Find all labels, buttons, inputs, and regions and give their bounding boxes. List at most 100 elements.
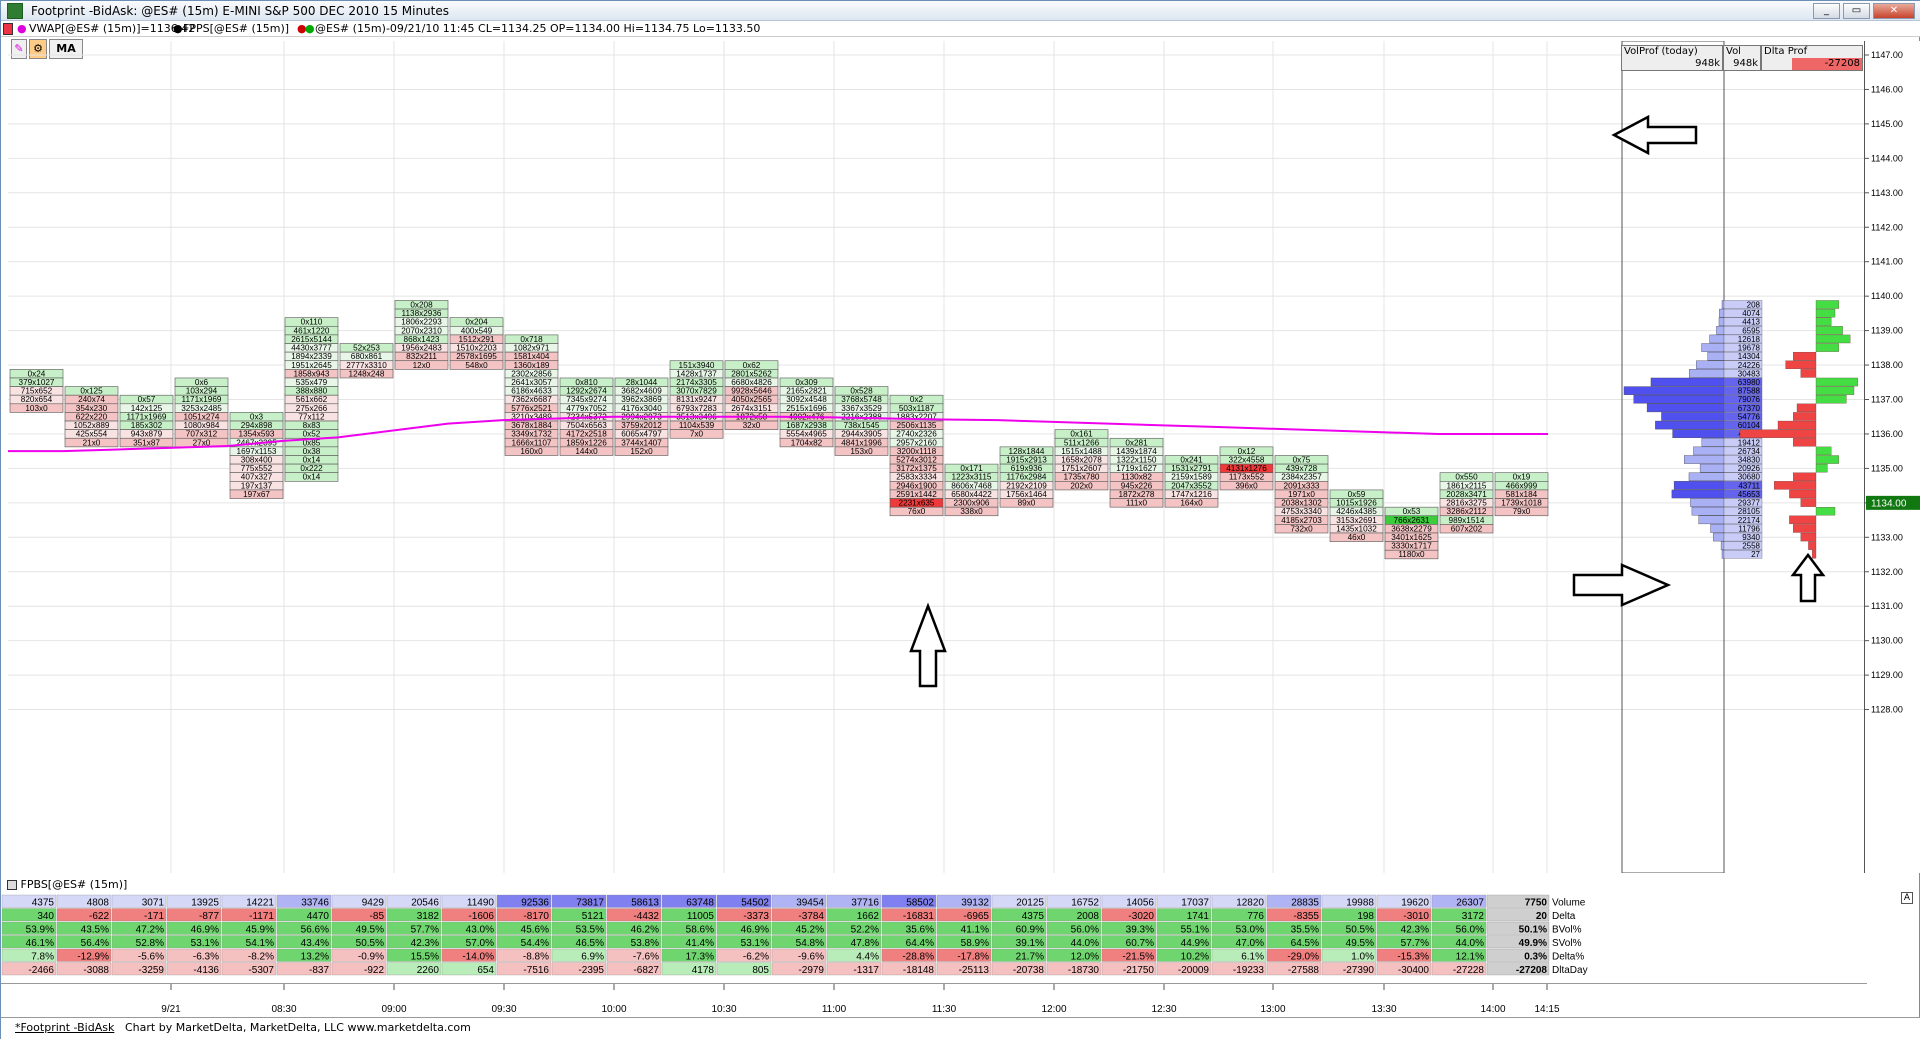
bar-dot-icon-green: ●: [305, 22, 315, 35]
stats-row-label: Delta: [1552, 911, 1576, 922]
close-study-icon[interactable]: [3, 23, 13, 35]
footprint-cell-text: 89x0: [1018, 499, 1036, 508]
footprint-bar: 0x6103x2941171x19693253x24851051x2741080…: [174, 377, 229, 447]
stats-cell-text: -2466: [28, 965, 54, 976]
stats-cell-text: 4178: [692, 965, 715, 976]
stats-cell-text: 4.4%: [856, 952, 879, 963]
price-label: 1133.00: [1871, 532, 1903, 542]
price-label: 1135.00: [1871, 463, 1903, 473]
stats-cell-text: -7.6%: [633, 952, 659, 963]
stats-cell-text: 4375: [32, 898, 55, 909]
stats-cell-text: 28835: [1291, 898, 1319, 909]
stats-cell-text: 35.6%: [906, 925, 934, 936]
time-label: 11:00: [822, 1004, 847, 1015]
vol-total: 948k: [1733, 58, 1758, 69]
delta-profile-bar: [1793, 438, 1817, 447]
stats-cell-text: -171: [144, 911, 164, 922]
delta-profile-bar: [1815, 308, 1836, 318]
stats-cell-text: -4136: [193, 965, 219, 976]
stats-cell-text: -8.2%: [248, 952, 274, 963]
price-plot[interactable]: 0x24379x1027715x652820x654103x00x125240x…: [8, 41, 1864, 873]
stats-cell-text: 46.9%: [191, 925, 219, 936]
price-label: 1147.00: [1871, 50, 1903, 60]
stats-cell-text: 47.8%: [851, 938, 879, 949]
footprint-bar: 0x2081138x29361806x22932070x2310868x1423…: [394, 300, 449, 370]
stats-cell-text: 46.2%: [631, 925, 659, 936]
footprint-cell-text: 607x202: [1451, 524, 1483, 533]
profile-bar: [1709, 334, 1725, 344]
delta-prof-header: Dlta Prof -27208: [1761, 45, 1863, 71]
stats-cell-text: -19233: [1233, 965, 1265, 976]
stats-cell-text: 15.5%: [411, 952, 439, 963]
footprint-bar: 151x39401428x17372174x33053070x78298131x…: [669, 360, 724, 439]
delta-profile-bar: [1815, 326, 1843, 335]
footprint-bar: 0x24379x1027715x652820x654103x0: [9, 369, 64, 413]
title-bar[interactable]: Footprint -BidAsk: @ES# (15m) E-MINI S&P…: [1, 1, 1920, 21]
delta-profile-bar: [1796, 403, 1817, 413]
stats-cell-text: 6.1%: [1241, 952, 1264, 963]
stats-cell-text: 33746: [301, 898, 329, 909]
close-button[interactable]: ✕: [1873, 3, 1915, 19]
stats-cell-text: 58.6%: [686, 925, 714, 936]
stats-total-text: 0.3%: [1524, 952, 1547, 963]
stats-cell-text: 14056: [1126, 898, 1154, 909]
close-pane-icon[interactable]: [7, 880, 17, 890]
profile-bar: [1688, 472, 1725, 482]
chart-tab[interactable]: *Footprint -BidAsk: [15, 1021, 114, 1034]
stats-cell-text: 13925: [191, 898, 219, 909]
stats-cell-text: 49.5%: [356, 925, 384, 936]
footprint-bar: 0x19466x999581x1841739x101879x0: [1494, 472, 1549, 516]
footprint-cell-text: 111x0: [1126, 499, 1148, 508]
stats-cell-text: -29.0%: [1287, 952, 1319, 963]
footprint-bar: 0x1711223x31158606x74686580x44222300x906…: [944, 463, 999, 516]
footprint-cell-text: 160x0: [520, 447, 543, 456]
vwap-dot-icon: ●: [17, 22, 27, 35]
stats-cell-text: -1317: [853, 965, 879, 976]
stats-cell-text: -6.2%: [743, 952, 769, 963]
volume-profile: 2084074441365951261819678143042422630483…: [1621, 41, 1763, 873]
footprint-bar: 0x125240x74354x230622x2201052x889425x554…: [64, 386, 119, 447]
stats-cell-text: -9.6%: [798, 952, 824, 963]
stats-cell-text: -85: [370, 911, 385, 922]
lower-pane-a-button[interactable]: A: [1901, 892, 1913, 904]
stats-cell-text: 11005: [687, 911, 715, 922]
footprint-bar: 52x253680x8612777x33101248x248: [339, 343, 394, 378]
profile-bar: [1672, 429, 1725, 438]
footprint-cell-text: 164x0: [1180, 499, 1203, 508]
profile-bar: [1720, 541, 1725, 550]
profile-bar: [1721, 300, 1725, 309]
stats-cell-text: 1.0%: [1351, 952, 1374, 963]
time-label: 08:30: [271, 1004, 296, 1015]
stats-cell-text: -877: [199, 911, 219, 922]
stats-cell-text: 45.9%: [246, 925, 274, 936]
study-info-bar: ● VWAP[@ES# (15m)]=1136.42 ● FPPS[@ES# (…: [1, 21, 1920, 37]
stats-cell-text: 46.1%: [26, 938, 54, 949]
stats-cell-text: 57.0%: [466, 938, 494, 949]
stats-cell-text: 46.5%: [576, 938, 604, 949]
stats-total-text: -27208: [1516, 965, 1548, 976]
price-axis[interactable]: 1147.00 1146.00 1145.00 1144.00 1143.00 1142.…: [1864, 41, 1920, 873]
delta-profile-bar: [1785, 360, 1817, 370]
stats-cell-text: 2260: [417, 965, 440, 976]
stats-cell-text: 39.3%: [1126, 925, 1154, 936]
footprint-window: Footprint -BidAsk: @ES# (15m) E-MINI S&P…: [0, 0, 1920, 1039]
minimize-button[interactable]: _: [1813, 3, 1840, 19]
stats-cell-text: -27588: [1288, 965, 1320, 976]
stats-cell-text: -20738: [1013, 965, 1045, 976]
time-label: 10:30: [711, 1004, 736, 1015]
delta-profile-bar: [1815, 455, 1839, 464]
profile-vol-label: 27: [1751, 550, 1760, 559]
time-axis[interactable]: 9/21 08:30 09:00 09:30 10:00 10:30 11:00 11:30 1…: [1, 983, 1867, 1018]
stats-cell-text: 45.6%: [521, 925, 549, 936]
time-label: 14:00: [1480, 1004, 1505, 1015]
stats-cell-text: 56.4%: [81, 938, 109, 949]
stats-cell-text: 10.2%: [1181, 952, 1209, 963]
footprint-cell-text: 351x87: [133, 438, 160, 447]
profile-bar: [1633, 394, 1725, 404]
maximize-button[interactable]: ▭: [1843, 3, 1870, 19]
stats-cell-text: 47.2%: [136, 925, 164, 936]
profile-bar: [1707, 351, 1725, 361]
fpps-dot-icon: ●: [173, 22, 183, 35]
vol-label: Vol: [1726, 46, 1741, 57]
stats-cell-text: -27390: [1343, 965, 1375, 976]
